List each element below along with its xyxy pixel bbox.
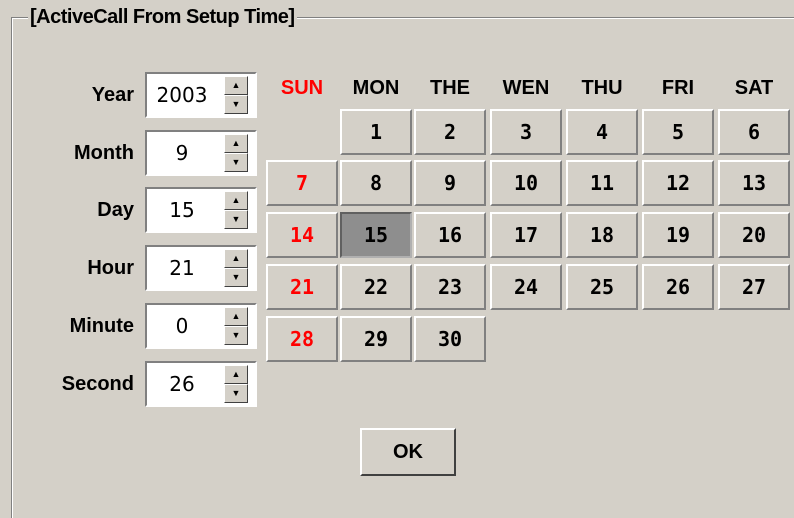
weekday-header-mon: MON bbox=[352, 77, 400, 99]
calendar-day[interactable]: 5 bbox=[642, 109, 714, 155]
weekday-header-thu: THU bbox=[581, 77, 623, 99]
spin-down-arrow-icon[interactable]: ▼ bbox=[224, 153, 248, 172]
second-spinner[interactable]: 26 ▲ ▼ bbox=[145, 361, 257, 407]
calendar-day[interactable]: 29 bbox=[340, 316, 412, 362]
calendar-day[interactable]: 6 bbox=[718, 109, 790, 155]
minute-value[interactable]: 0 bbox=[147, 305, 217, 347]
minute-label: Minute bbox=[69, 315, 134, 337]
calendar-day[interactable]: 2 bbox=[414, 109, 486, 155]
calendar-day[interactable]: 18 bbox=[566, 212, 638, 258]
groupbox-title: [ActiveCall From Setup Time] bbox=[28, 6, 297, 29]
calendar-day[interactable]: 25 bbox=[566, 264, 638, 310]
hour-spinner[interactable]: 21 ▲ ▼ bbox=[145, 245, 257, 291]
year-value[interactable]: 2003 bbox=[147, 74, 217, 116]
minute-spinner[interactable]: 0 ▲ ▼ bbox=[145, 303, 257, 349]
weekday-header-sat: SAT bbox=[734, 77, 774, 99]
second-value[interactable]: 26 bbox=[147, 363, 217, 405]
ok-button[interactable]: OK bbox=[360, 428, 456, 476]
weekday-header-sun: SUN bbox=[280, 77, 324, 99]
year-label: Year bbox=[91, 84, 134, 106]
spin-up-arrow-icon[interactable]: ▲ bbox=[224, 307, 248, 326]
calendar-day[interactable]: 27 bbox=[718, 264, 790, 310]
calendar-day[interactable]: 4 bbox=[566, 109, 638, 155]
calendar-day[interactable]: 12 bbox=[642, 160, 714, 206]
month-spinner[interactable]: 9 ▲ ▼ bbox=[145, 130, 257, 176]
spin-down-arrow-icon[interactable]: ▼ bbox=[224, 95, 248, 114]
calendar-day[interactable]: 10 bbox=[490, 160, 562, 206]
calendar-day[interactable]: 11 bbox=[566, 160, 638, 206]
spin-up-arrow-icon[interactable]: ▲ bbox=[224, 249, 248, 268]
calendar-day[interactable]: 19 bbox=[642, 212, 714, 258]
spin-up-arrow-icon[interactable]: ▲ bbox=[224, 191, 248, 210]
calendar-day[interactable]: 16 bbox=[414, 212, 486, 258]
second-label: Second bbox=[61, 373, 134, 395]
year-spinner[interactable]: 2003 ▲ ▼ bbox=[145, 72, 257, 118]
calendar-day[interactable]: 9 bbox=[414, 160, 486, 206]
calendar-day[interactable]: 14 bbox=[266, 212, 338, 258]
spin-down-arrow-icon[interactable]: ▼ bbox=[224, 326, 248, 345]
month-label: Month bbox=[74, 142, 134, 164]
calendar-day[interactable]: 21 bbox=[266, 264, 338, 310]
calendar-day[interactable]: 3 bbox=[490, 109, 562, 155]
calendar-day[interactable]: 30 bbox=[414, 316, 486, 362]
day-value[interactable]: 15 bbox=[147, 189, 217, 231]
calendar-day[interactable]: 22 bbox=[340, 264, 412, 310]
calendar-day[interactable]: 1 bbox=[340, 109, 412, 155]
day-label: Day bbox=[97, 199, 134, 221]
spin-down-arrow-icon[interactable]: ▼ bbox=[224, 384, 248, 403]
spin-up-arrow-icon[interactable]: ▲ bbox=[224, 365, 248, 384]
spin-up-arrow-icon[interactable]: ▲ bbox=[224, 76, 248, 95]
spin-down-arrow-icon[interactable]: ▼ bbox=[224, 210, 248, 229]
calendar-day[interactable]: 24 bbox=[490, 264, 562, 310]
calendar-day[interactable]: 26 bbox=[642, 264, 714, 310]
weekday-header-fri: FRI bbox=[661, 77, 695, 99]
weekday-header-the: THE bbox=[430, 77, 470, 99]
day-spinner[interactable]: 15 ▲ ▼ bbox=[145, 187, 257, 233]
calendar-day[interactable]: 23 bbox=[414, 264, 486, 310]
calendar-day[interactable]: 7 bbox=[266, 160, 338, 206]
calendar-day[interactable]: 8 bbox=[340, 160, 412, 206]
hour-label: Hour bbox=[87, 257, 134, 279]
month-value[interactable]: 9 bbox=[147, 132, 217, 174]
hour-value[interactable]: 21 bbox=[147, 247, 217, 289]
calendar-day[interactable]: 20 bbox=[718, 212, 790, 258]
calendar-day[interactable]: 13 bbox=[718, 160, 790, 206]
spin-up-arrow-icon[interactable]: ▲ bbox=[224, 134, 248, 153]
calendar-day[interactable]: 17 bbox=[490, 212, 562, 258]
calendar-day[interactable]: 28 bbox=[266, 316, 338, 362]
calendar-day-selected[interactable]: 15 bbox=[340, 212, 412, 258]
weekday-header-wen: WEN bbox=[502, 77, 550, 99]
spin-down-arrow-icon[interactable]: ▼ bbox=[224, 268, 248, 287]
